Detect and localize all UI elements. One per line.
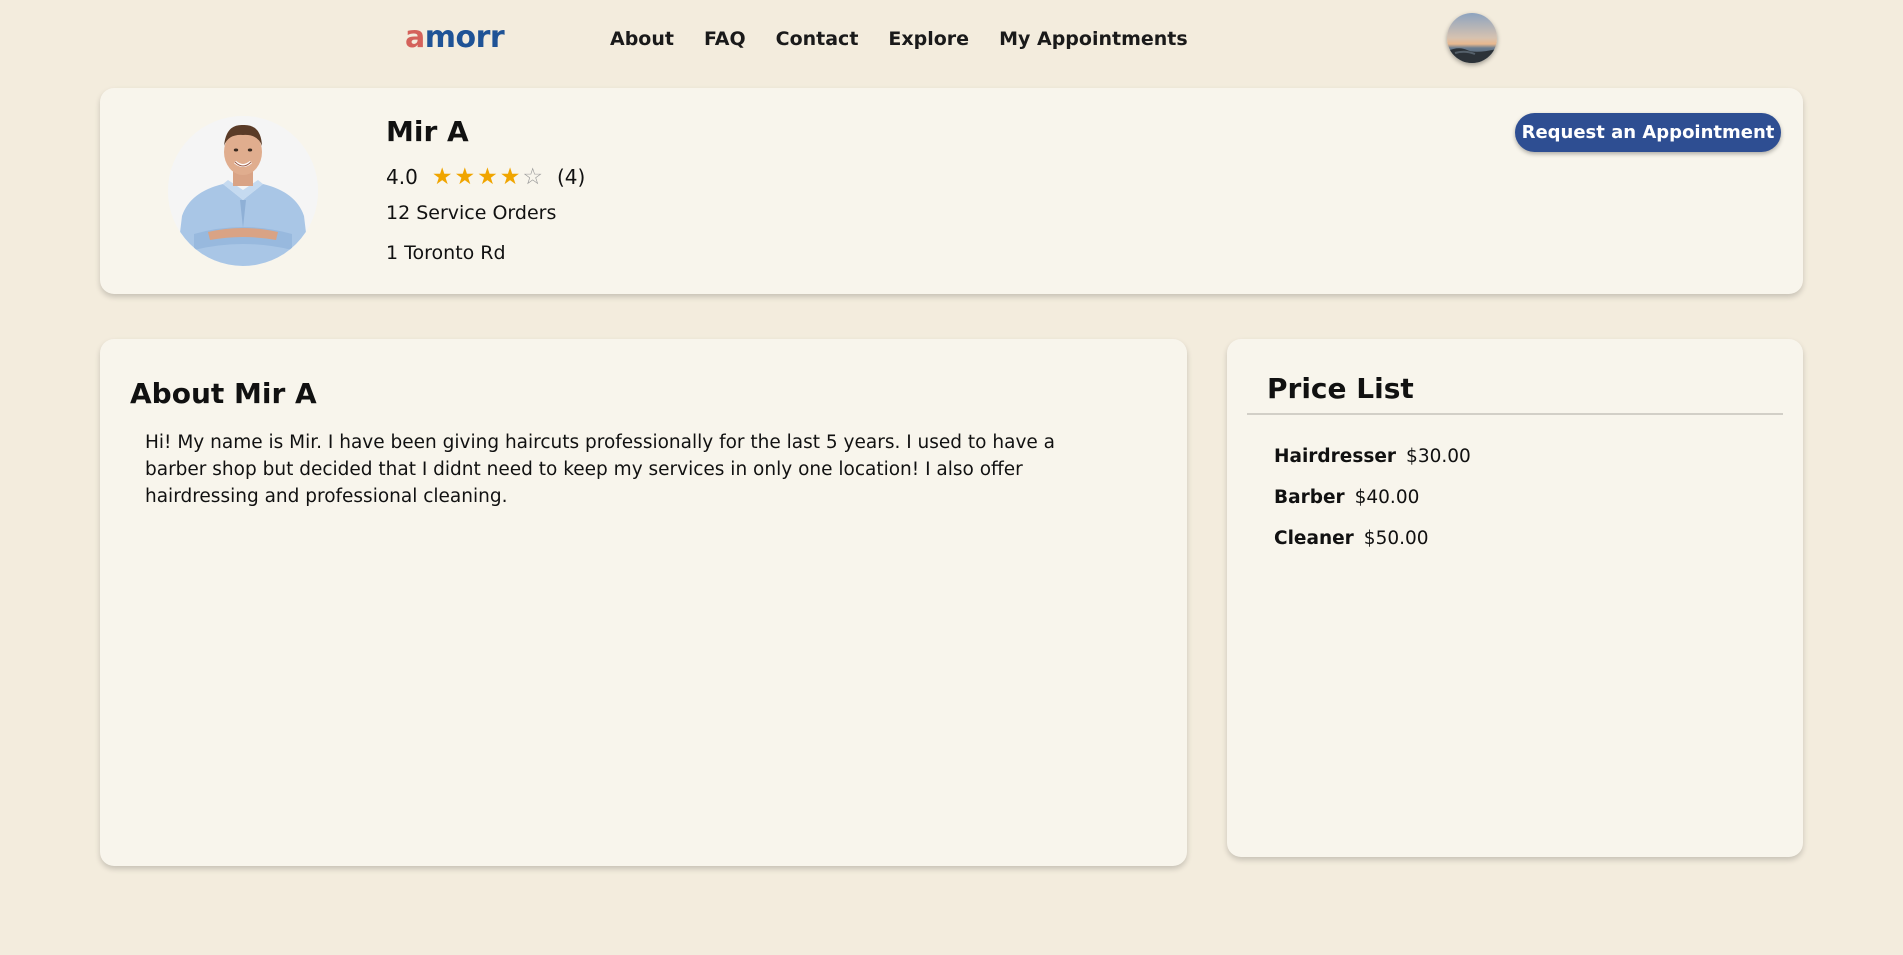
star-rating: ★ ★ ★ ★ ☆ (432, 165, 543, 189)
provider-address: 1 Toronto Rd (386, 242, 506, 264)
price-list-divider (1247, 413, 1783, 415)
rating-row: 4.0 ★ ★ ★ ★ ☆ (4) (386, 164, 585, 190)
service-name: Barber (1274, 487, 1345, 508)
price-item: Cleaner $50.00 (1274, 527, 1471, 551)
nav-link-faq[interactable]: FAQ (704, 27, 746, 51)
price-list-card: Price List Hairdresser $30.00 Barber $40… (1227, 339, 1803, 857)
amorr-logo[interactable]: amorr (405, 20, 505, 56)
user-avatar-icon[interactable] (1447, 13, 1497, 63)
service-price: $50.00 (1363, 528, 1429, 549)
nav-link-explore[interactable]: Explore (888, 27, 969, 51)
about-description: Hi! My name is Mir. I have been giving h… (145, 432, 1055, 507)
service-price: $30.00 (1406, 446, 1471, 467)
nav-link-contact[interactable]: Contact (776, 27, 859, 51)
rating-value: 4.0 (386, 165, 418, 189)
star-filled-icon: ★ (499, 164, 521, 190)
logo-text: morr (424, 20, 505, 55)
review-count: (4) (556, 165, 586, 189)
avatar-landscape-image (1447, 13, 1497, 63)
service-orders-count: 12 Service Orders (386, 202, 557, 224)
price-list: Hairdresser $30.00 Barber $40.00 Cleaner… (1274, 445, 1471, 568)
logo-letter-a: a (405, 20, 425, 55)
provider-name: Mir A (386, 115, 469, 148)
nav-link-about[interactable]: About (610, 27, 674, 51)
nav-links: About FAQ Contact Explore My Appointment… (610, 27, 1188, 51)
star-filled-icon: ★ (477, 164, 498, 190)
service-price: $40.00 (1354, 487, 1420, 508)
service-name: Cleaner (1274, 528, 1354, 549)
about-card: About Mir A Hi! My name is Mir. I have b… (100, 339, 1187, 866)
star-filled-icon: ★ (454, 164, 476, 190)
provider-profile-card: Mir A 4.0 ★ ★ ★ ★ ☆ (4) 12 Service Order… (100, 88, 1803, 294)
price-item: Hairdresser $30.00 (1274, 445, 1471, 469)
top-navbar: amorr About FAQ Contact Explore My Appoi… (0, 0, 1903, 78)
about-title: About Mir A (130, 377, 317, 410)
star-filled-icon: ★ (431, 164, 453, 190)
provider-photo (168, 116, 318, 266)
star-empty-icon: ☆ (522, 164, 543, 190)
provider-portrait-image (168, 116, 318, 266)
price-list-title: Price List (1267, 372, 1414, 405)
service-name: Hairdresser (1274, 446, 1397, 467)
nav-link-my-appointments[interactable]: My Appointments (999, 27, 1188, 51)
price-item: Barber $40.00 (1274, 486, 1471, 510)
request-appointment-button[interactable]: Request an Appointment (1515, 113, 1781, 152)
